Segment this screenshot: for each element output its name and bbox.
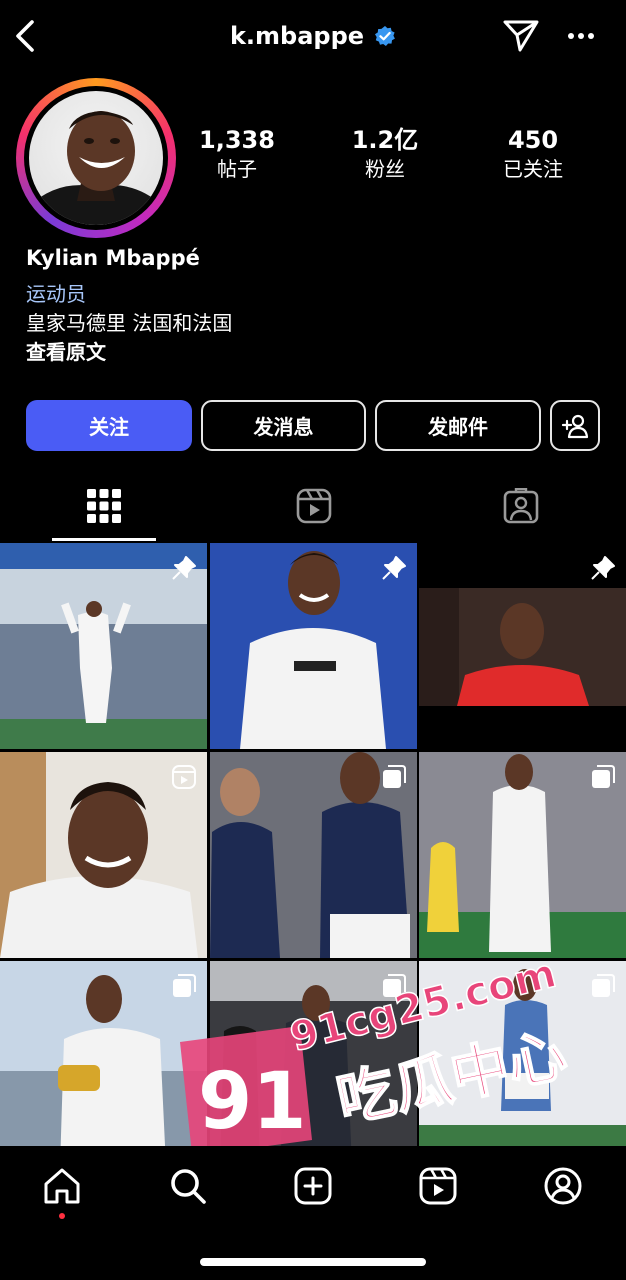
username[interactable]: k.mbappe	[230, 22, 364, 50]
pin-icon	[590, 555, 616, 581]
posts-count: 1,338	[199, 126, 275, 154]
profile-name: Kylian Mbappé	[26, 246, 200, 270]
pin-icon	[171, 555, 197, 581]
tagged-person-icon	[503, 488, 539, 524]
posts-label: 帖子	[217, 157, 257, 181]
tab-posts-grid[interactable]	[52, 470, 156, 542]
see-translation-link[interactable]: 查看原文	[26, 336, 106, 365]
following-count: 450	[507, 126, 559, 154]
nav-reels[interactable]	[412, 1160, 464, 1212]
add-person-icon	[561, 413, 589, 439]
active-tab-indicator	[52, 538, 156, 541]
carousel-icon	[381, 764, 407, 790]
suggested-users-button[interactable]	[550, 400, 600, 451]
profile-icon	[543, 1166, 583, 1206]
home-icon	[42, 1166, 82, 1206]
reels-icon	[418, 1166, 458, 1206]
carousel-icon	[590, 973, 616, 999]
post-thumbnail[interactable]	[210, 543, 417, 749]
nav-home[interactable]	[36, 1160, 88, 1212]
profile-category[interactable]: 运动员	[26, 278, 86, 307]
grid-icon	[87, 489, 121, 523]
avatar[interactable]	[29, 91, 163, 225]
following-label: 已关注	[503, 157, 563, 181]
followers-label: 粉丝	[365, 157, 405, 181]
email-button[interactable]: 发邮件	[375, 400, 541, 451]
followers-count: 1.2亿	[351, 126, 419, 154]
profile-bio: 皇家马德里 法国和法国	[26, 311, 233, 335]
nav-search[interactable]	[162, 1160, 214, 1212]
reels-icon	[296, 488, 332, 524]
follow-button[interactable]: 关注	[26, 400, 192, 451]
following-stat[interactable]: 450 已关注	[478, 125, 588, 183]
nav-profile[interactable]	[537, 1160, 589, 1212]
post-thumbnail[interactable]	[0, 752, 207, 958]
tab-reels[interactable]	[262, 470, 366, 542]
carousel-icon	[590, 764, 616, 790]
tab-tagged[interactable]	[469, 470, 573, 542]
watermark-number: 91	[198, 1057, 307, 1147]
posts-stat[interactable]: 1,338 帖子	[182, 125, 292, 183]
followers-stat[interactable]: 1.2亿 粉丝	[330, 125, 440, 183]
post-thumbnail[interactable]	[419, 543, 626, 749]
reel-icon	[171, 764, 197, 790]
plus-square-icon	[293, 1166, 333, 1206]
nav-create[interactable]	[287, 1160, 339, 1212]
send-message-icon[interactable]	[502, 18, 540, 54]
search-icon	[168, 1166, 208, 1206]
home-indicator	[200, 1258, 426, 1266]
more-options-icon[interactable]	[566, 26, 596, 46]
verified-badge-icon	[374, 25, 396, 47]
pin-icon	[381, 555, 407, 581]
message-button[interactable]: 发消息	[201, 400, 366, 451]
post-thumbnail[interactable]	[210, 752, 417, 958]
notification-dot	[59, 1213, 65, 1219]
post-thumbnail[interactable]	[0, 543, 207, 749]
post-thumbnail[interactable]	[419, 752, 626, 958]
